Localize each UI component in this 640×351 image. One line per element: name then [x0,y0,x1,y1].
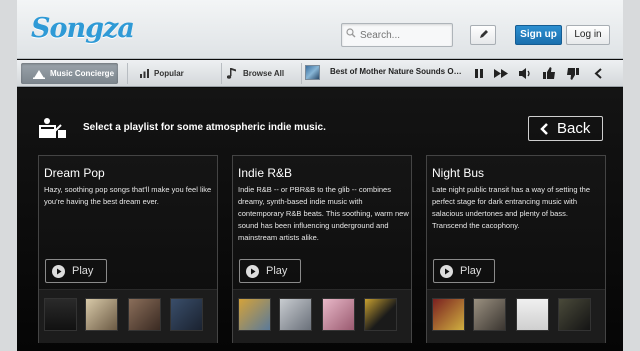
pencil-icon [480,30,488,38]
playlist-description: Late night public transit has a way of s… [432,185,591,230]
playlist-card-dream-pop[interactable]: Dream Pop Hazy, soothing pop songs that'… [38,155,218,343]
divider [127,63,128,84]
pause-button[interactable] [469,64,489,83]
back-button[interactable]: Back [528,116,603,141]
play-label: Play [460,265,482,277]
playlist-card-night-bus[interactable]: Night Bus Late night public transit has … [426,155,606,343]
album-cover [44,298,77,331]
thumbs-down-icon [567,68,579,80]
search-input[interactable] [360,27,448,43]
album-covers [233,289,411,343]
album-covers [427,289,605,343]
nav-bar: Music Concierge Popular Browse All Best … [17,60,623,87]
playlist-description: Hazy, soothing pop songs that'll make yo… [44,185,212,206]
header: Songza Sign up Log in [17,0,623,59]
play-button[interactable]: Play [433,259,495,283]
music-note-icon [227,68,236,79]
tab-label: Popular [154,69,184,78]
album-cover [364,298,397,331]
volume-icon [519,68,530,79]
concierge-icon [33,70,45,79]
divider [221,63,222,84]
play-icon [52,265,65,278]
playlist-description: Indie R&B -- or PBR&B to the glib -- com… [238,185,409,242]
bar-chart-icon [140,69,149,78]
login-button[interactable]: Log in [566,25,610,45]
play-icon [440,265,453,278]
album-cover [473,298,506,331]
tab-label: Browse All [243,69,285,78]
app-window: Songza Sign up Log in Music Concierge [17,0,623,351]
share-icon [594,68,602,79]
now-playing[interactable]: Best of Mother Nature Sounds Oce… [305,64,465,83]
play-label: Play [266,265,288,277]
now-playing-cover [305,65,320,80]
search-icon [346,28,356,38]
album-covers [39,289,217,343]
concierge-prompt: Select a playlist for some atmospheric i… [83,122,326,133]
album-cover [238,298,271,331]
tab-label: Music Concierge [50,69,115,78]
play-label: Play [72,265,94,277]
thumbs-up-button[interactable] [539,64,559,83]
album-cover [170,298,203,331]
album-cover [558,298,591,331]
divider [301,63,302,84]
thumbs-down-button[interactable] [563,64,583,83]
tab-popular[interactable]: Popular [138,63,218,84]
tab-browse-all[interactable]: Browse All [225,63,299,84]
playlist-title: Dream Pop [44,166,105,180]
tab-music-concierge[interactable]: Music Concierge [21,63,118,84]
volume-button[interactable] [515,64,535,83]
playlist-card-indie-rnb[interactable]: Indie R&B Indie R&B -- or PBR&B to the g… [232,155,412,343]
playlist-title: Indie R&B [238,166,293,180]
edit-button[interactable] [470,25,496,45]
play-icon [246,265,259,278]
album-cover [128,298,161,331]
chevron-left-icon [540,123,548,135]
back-label: Back [557,120,591,137]
album-cover [279,298,312,331]
now-playing-title: Best of Mother Nature Sounds Oce… [330,67,463,76]
skip-icon [494,69,508,78]
album-cover [516,298,549,331]
songza-logo[interactable]: Songza [31,13,135,44]
signup-button[interactable]: Sign up [515,25,562,45]
skip-button[interactable] [491,64,511,83]
playlist-title: Night Bus [432,166,485,180]
concierge-desk-icon [39,118,66,138]
concierge-panel: Select a playlist for some atmospheric i… [17,88,623,351]
share-button[interactable] [589,64,609,83]
album-cover [432,298,465,331]
thumbs-up-icon [543,67,555,79]
album-cover [85,298,118,331]
pause-icon [475,69,483,78]
album-cover [322,298,355,331]
play-button[interactable]: Play [239,259,301,283]
search-box[interactable] [341,23,453,47]
play-button[interactable]: Play [45,259,107,283]
